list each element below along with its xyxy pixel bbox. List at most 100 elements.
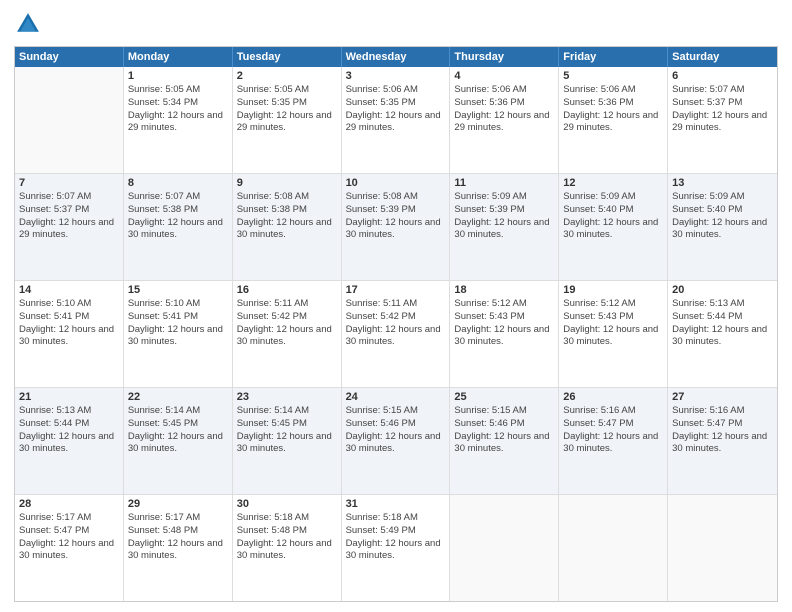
day-info: Sunrise: 5:09 AMSunset: 5:40 PMDaylight:… <box>672 191 773 242</box>
calendar-week-2: 7Sunrise: 5:07 AMSunset: 5:37 PMDaylight… <box>15 174 777 281</box>
day-info: Sunrise: 5:07 AMSunset: 5:37 PMDaylight:… <box>19 191 119 242</box>
calendar-cell-18: 18Sunrise: 5:12 AMSunset: 5:43 PMDayligh… <box>450 281 559 387</box>
calendar-cell-25: 25 Sunrise: 5:15 AMSunset: 5:46 PMDayligh… <box>450 388 559 494</box>
day-info: Sunrise: 5:13 AMSunset: 5:44 PMDaylight:… <box>19 405 119 456</box>
calendar-cell-30: 30 Sunrise: 5:18 AMSunset: 5:48 PMDayligh… <box>233 495 342 601</box>
day-number: 29 <box>128 498 228 510</box>
calendar-cell-19: 19 Sunrise: 5:12 AMSunset: 5:43 PMDayligh… <box>559 281 668 387</box>
day-number: 20 <box>672 284 773 296</box>
day-number: 27 <box>672 391 773 403</box>
calendar-header-saturday: Saturday <box>668 47 777 67</box>
calendar-cell-7: 7Sunrise: 5:07 AMSunset: 5:37 PMDaylight… <box>15 174 124 280</box>
day-info: Sunrise: 5:16 AMSunset: 5:47 PMDaylight:… <box>672 405 773 456</box>
day-info: Sunrise: 5:08 AMSunset: 5:38 PMDaylight:… <box>237 191 337 242</box>
calendar-cell-5: 5 Sunrise: 5:06 AMSunset: 5:36 PMDaylight… <box>559 67 668 173</box>
calendar-cell-11: 11Sunrise: 5:09 AMSunset: 5:39 PMDayligh… <box>450 174 559 280</box>
day-number: 25 <box>454 391 554 403</box>
calendar-cell-empty-0 <box>15 67 124 173</box>
day-info: Sunrise: 5:17 AMSunset: 5:47 PMDaylight:… <box>19 512 119 563</box>
day-info: Sunrise: 5:18 AMSunset: 5:49 PMDaylight:… <box>346 512 446 563</box>
header <box>14 10 778 38</box>
calendar-cell-28: 28 Sunrise: 5:17 AMSunset: 5:47 PMDayligh… <box>15 495 124 601</box>
calendar-header-wednesday: Wednesday <box>342 47 451 67</box>
day-info: Sunrise: 5:15 AMSunset: 5:46 PMDaylight:… <box>454 405 554 456</box>
calendar-cell-12: 12Sunrise: 5:09 AMSunset: 5:40 PMDayligh… <box>559 174 668 280</box>
day-number: 24 <box>346 391 446 403</box>
day-number: 28 <box>19 498 119 510</box>
calendar-cell-empty-4 <box>450 495 559 601</box>
calendar-cell-31: 31 Sunrise: 5:18 AMSunset: 5:49 PMDayligh… <box>342 495 451 601</box>
day-info: Sunrise: 5:12 AMSunset: 5:43 PMDaylight:… <box>563 298 663 349</box>
calendar-cell-17: 17 Sunrise: 5:11 AMSunset: 5:42 PMDayligh… <box>342 281 451 387</box>
calendar: SundayMondayTuesdayWednesdayThursdayFrid… <box>14 46 778 602</box>
day-number: 1 <box>128 70 228 82</box>
day-number: 5 <box>563 70 663 82</box>
day-number: 21 <box>19 391 119 403</box>
calendar-header-sunday: Sunday <box>15 47 124 67</box>
day-info: Sunrise: 5:11 AMSunset: 5:42 PMDaylight:… <box>346 298 446 349</box>
day-info: Sunrise: 5:15 AMSunset: 5:46 PMDaylight:… <box>346 405 446 456</box>
day-number: 8 <box>128 177 228 189</box>
day-info: Sunrise: 5:07 AMSunset: 5:37 PMDaylight:… <box>672 84 773 135</box>
calendar-header-monday: Monday <box>124 47 233 67</box>
day-info: Sunrise: 5:05 AMSunset: 5:35 PMDaylight:… <box>237 84 337 135</box>
calendar-cell-3: 3Sunrise: 5:06 AMSunset: 5:35 PMDaylight… <box>342 67 451 173</box>
day-info: Sunrise: 5:17 AMSunset: 5:48 PMDaylight:… <box>128 512 228 563</box>
calendar-week-4: 21 Sunrise: 5:13 AMSunset: 5:44 PMDayligh… <box>15 388 777 495</box>
day-number: 4 <box>454 70 554 82</box>
day-info: Sunrise: 5:14 AMSunset: 5:45 PMDaylight:… <box>128 405 228 456</box>
logo <box>14 10 46 38</box>
calendar-cell-24: 24 Sunrise: 5:15 AMSunset: 5:46 PMDayligh… <box>342 388 451 494</box>
day-number: 18 <box>454 284 554 296</box>
calendar-week-3: 14 Sunrise: 5:10 AMSunset: 5:41 PMDayligh… <box>15 281 777 388</box>
calendar-cell-6: 6 Sunrise: 5:07 AMSunset: 5:37 PMDaylight… <box>668 67 777 173</box>
day-number: 19 <box>563 284 663 296</box>
calendar-cell-13: 13 Sunrise: 5:09 AMSunset: 5:40 PMDayligh… <box>668 174 777 280</box>
calendar-cell-10: 10Sunrise: 5:08 AMSunset: 5:39 PMDayligh… <box>342 174 451 280</box>
day-number: 6 <box>672 70 773 82</box>
calendar-header-thursday: Thursday <box>450 47 559 67</box>
day-number: 17 <box>346 284 446 296</box>
day-number: 30 <box>237 498 337 510</box>
calendar-cell-15: 15 Sunrise: 5:10 AMSunset: 5:41 PMDayligh… <box>124 281 233 387</box>
day-number: 23 <box>237 391 337 403</box>
day-info: Sunrise: 5:13 AMSunset: 5:44 PMDaylight:… <box>672 298 773 349</box>
calendar-cell-27: 27 Sunrise: 5:16 AMSunset: 5:47 PMDayligh… <box>668 388 777 494</box>
day-number: 15 <box>128 284 228 296</box>
calendar-header-row: SundayMondayTuesdayWednesdayThursdayFrid… <box>15 47 777 67</box>
day-number: 12 <box>563 177 663 189</box>
day-number: 3 <box>346 70 446 82</box>
calendar-cell-22: 22Sunrise: 5:14 AMSunset: 5:45 PMDayligh… <box>124 388 233 494</box>
calendar-cell-2: 2 Sunrise: 5:05 AMSunset: 5:35 PMDaylight… <box>233 67 342 173</box>
day-info: Sunrise: 5:18 AMSunset: 5:48 PMDaylight:… <box>237 512 337 563</box>
day-info: Sunrise: 5:10 AMSunset: 5:41 PMDaylight:… <box>128 298 228 349</box>
day-info: Sunrise: 5:16 AMSunset: 5:47 PMDaylight:… <box>563 405 663 456</box>
calendar-cell-14: 14 Sunrise: 5:10 AMSunset: 5:41 PMDayligh… <box>15 281 124 387</box>
day-number: 14 <box>19 284 119 296</box>
calendar-cell-empty-6 <box>668 495 777 601</box>
calendar-cell-23: 23 Sunrise: 5:14 AMSunset: 5:45 PMDayligh… <box>233 388 342 494</box>
day-number: 16 <box>237 284 337 296</box>
day-info: Sunrise: 5:08 AMSunset: 5:39 PMDaylight:… <box>346 191 446 242</box>
calendar-body: 1 Sunrise: 5:05 AMSunset: 5:34 PMDaylight… <box>15 67 777 601</box>
calendar-header-friday: Friday <box>559 47 668 67</box>
day-number: 13 <box>672 177 773 189</box>
calendar-cell-9: 9 Sunrise: 5:08 AMSunset: 5:38 PMDaylight… <box>233 174 342 280</box>
day-number: 26 <box>563 391 663 403</box>
calendar-cell-29: 29 Sunrise: 5:17 AMSunset: 5:48 PMDayligh… <box>124 495 233 601</box>
day-info: Sunrise: 5:10 AMSunset: 5:41 PMDaylight:… <box>19 298 119 349</box>
calendar-header-tuesday: Tuesday <box>233 47 342 67</box>
day-info: Sunrise: 5:14 AMSunset: 5:45 PMDaylight:… <box>237 405 337 456</box>
day-info: Sunrise: 5:11 AMSunset: 5:42 PMDaylight:… <box>237 298 337 349</box>
day-number: 2 <box>237 70 337 82</box>
calendar-cell-1: 1 Sunrise: 5:05 AMSunset: 5:34 PMDaylight… <box>124 67 233 173</box>
day-info: Sunrise: 5:06 AMSunset: 5:36 PMDaylight:… <box>454 84 554 135</box>
day-number: 11 <box>454 177 554 189</box>
day-info: Sunrise: 5:05 AMSunset: 5:34 PMDaylight:… <box>128 84 228 135</box>
calendar-week-5: 28 Sunrise: 5:17 AMSunset: 5:47 PMDayligh… <box>15 495 777 601</box>
day-number: 31 <box>346 498 446 510</box>
day-info: Sunrise: 5:06 AMSunset: 5:36 PMDaylight:… <box>563 84 663 135</box>
calendar-cell-21: 21 Sunrise: 5:13 AMSunset: 5:44 PMDayligh… <box>15 388 124 494</box>
day-info: Sunrise: 5:07 AMSunset: 5:38 PMDaylight:… <box>128 191 228 242</box>
day-number: 9 <box>237 177 337 189</box>
